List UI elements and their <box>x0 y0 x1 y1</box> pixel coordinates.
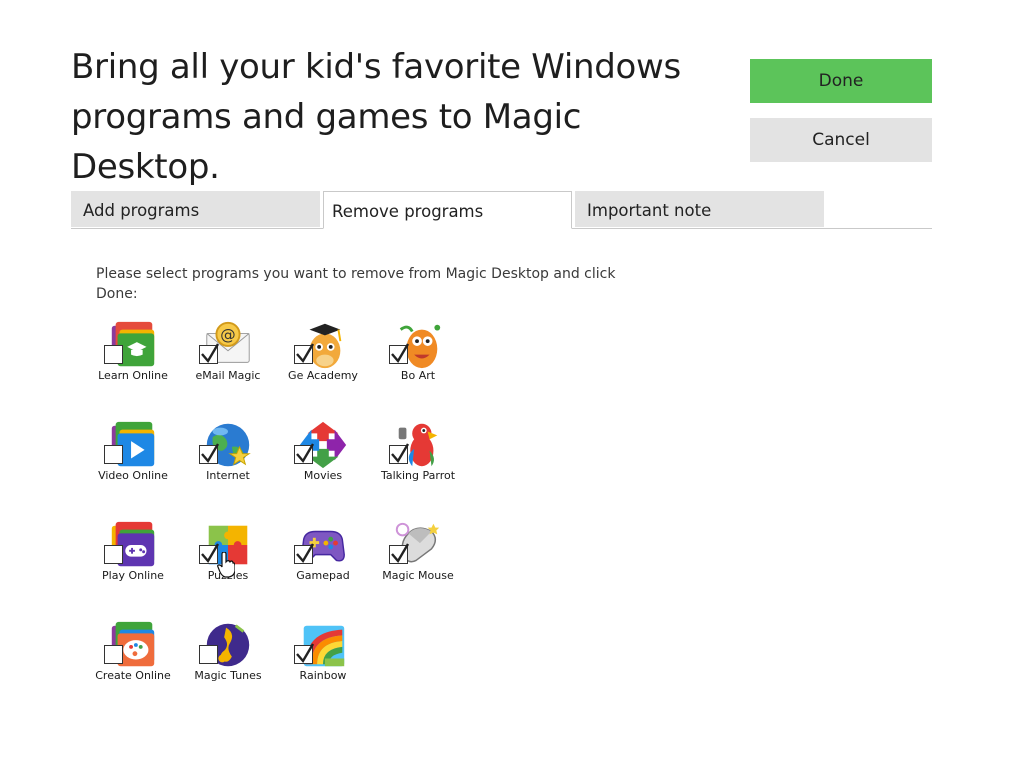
program-item-rainbow[interactable]: Rainbow <box>280 618 366 698</box>
program-item-magic-mouse[interactable]: Magic Mouse <box>375 518 461 598</box>
program-item-talking-parrot[interactable]: Talking Parrot <box>375 418 461 498</box>
page-title-line1: Bring all your kid's favorite Windows <box>71 47 681 87</box>
program-label: Create Online <box>95 669 171 682</box>
svg-text:@: @ <box>220 326 235 344</box>
program-label: Talking Parrot <box>380 469 456 482</box>
program-label: Internet <box>206 469 250 482</box>
program-label: Magic Mouse <box>382 569 454 582</box>
program-label: Movies <box>303 469 343 482</box>
program-item-email-magic[interactable]: @ eMail Magic <box>185 318 271 398</box>
checkbox-checked[interactable] <box>389 343 410 364</box>
checkmark-icon <box>296 643 315 664</box>
tab-important-note[interactable]: Important note <box>575 191 824 227</box>
checkmark-icon <box>391 443 410 464</box>
checkbox-unchecked[interactable] <box>104 345 123 364</box>
checkbox-checked[interactable] <box>294 443 315 464</box>
checkmark-icon <box>391 343 410 364</box>
page-title-line2: programs and games to Magic Desktop. <box>71 97 582 187</box>
instruction-text: Please select programs you want to remov… <box>96 264 616 304</box>
checkbox-checked[interactable] <box>199 543 220 564</box>
checkbox-checked[interactable] <box>199 443 220 464</box>
instruction-line2: Done: <box>96 286 138 302</box>
checkbox-unchecked[interactable] <box>104 445 123 464</box>
program-label: Bo Art <box>400 369 436 382</box>
checkbox-checked[interactable] <box>389 443 410 464</box>
program-item-play-online[interactable]: Play Online <box>90 518 176 598</box>
program-item-learn-online[interactable]: Learn Online <box>90 318 176 398</box>
instruction-line1: Please select programs you want to remov… <box>96 266 616 282</box>
program-item-video-online[interactable]: Video Online <box>90 418 176 498</box>
checkmark-icon <box>296 543 315 564</box>
cancel-button[interactable]: Cancel <box>750 118 932 162</box>
checkbox-checked[interactable] <box>294 343 315 364</box>
checkbox-unchecked[interactable] <box>104 545 123 564</box>
program-label: Play Online <box>102 569 164 582</box>
program-label: Magic Tunes <box>194 669 262 682</box>
program-label: Learn Online <box>98 369 168 382</box>
program-label: eMail Magic <box>195 369 261 382</box>
program-item-internet[interactable]: Internet <box>185 418 271 498</box>
checkbox-unchecked[interactable] <box>199 645 218 664</box>
checkmark-icon <box>201 343 220 364</box>
checkmark-icon <box>391 543 410 564</box>
program-item-gamepad[interactable]: Gamepad <box>280 518 366 598</box>
program-item-movies[interactable]: Movies <box>280 418 366 498</box>
tab-remove-programs[interactable]: Remove programs <box>323 191 572 229</box>
checkmark-icon <box>296 343 315 364</box>
checkmark-icon <box>201 443 220 464</box>
program-item-create-online[interactable]: Create Online <box>90 618 176 698</box>
program-label: Rainbow <box>299 669 347 682</box>
program-label: Ge Academy <box>288 369 358 382</box>
checkbox-checked[interactable] <box>199 343 220 364</box>
checkbox-checked[interactable] <box>389 543 410 564</box>
checkbox-unchecked[interactable] <box>104 645 123 664</box>
hand-cursor-icon <box>217 552 235 578</box>
program-item-bo-art[interactable]: Bo Art <box>375 318 461 398</box>
checkbox-checked[interactable] <box>294 643 315 664</box>
checkbox-checked[interactable] <box>294 543 315 564</box>
program-label: Video Online <box>98 469 168 482</box>
page-title: Bring all your kid's favorite Windows pr… <box>71 42 731 192</box>
done-button[interactable]: Done <box>750 59 932 103</box>
checkmark-icon <box>296 443 315 464</box>
program-label: Gamepad <box>296 569 350 582</box>
tab-bar: Add programs Remove programs Important n… <box>71 191 932 229</box>
tab-add-programs[interactable]: Add programs <box>71 191 320 227</box>
program-item-ge-academy[interactable]: Ge Academy <box>280 318 366 398</box>
program-item-magic-tunes[interactable]: Magic Tunes <box>185 618 271 698</box>
